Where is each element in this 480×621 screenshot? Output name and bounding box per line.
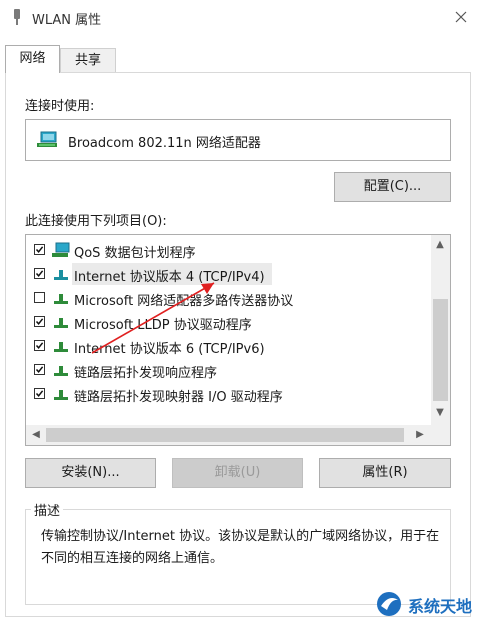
watermark-text: 系统天地	[408, 597, 473, 616]
watermark: 系统天地	[372, 590, 478, 618]
install-button[interactable]: 安装(N)...	[25, 458, 156, 488]
uninstall-button[interactable]: 卸载(U)	[172, 458, 303, 488]
watermark-logo-icon	[377, 592, 401, 616]
tab-network[interactable]: 网络	[5, 45, 60, 73]
description-text: 传输控制协议/Internet 协议。该协议是默认的广域网络协议，用于在不同的相…	[41, 529, 440, 566]
properties-button[interactable]: 属性(R)	[319, 458, 451, 488]
description-legend: 描述	[31, 500, 64, 519]
